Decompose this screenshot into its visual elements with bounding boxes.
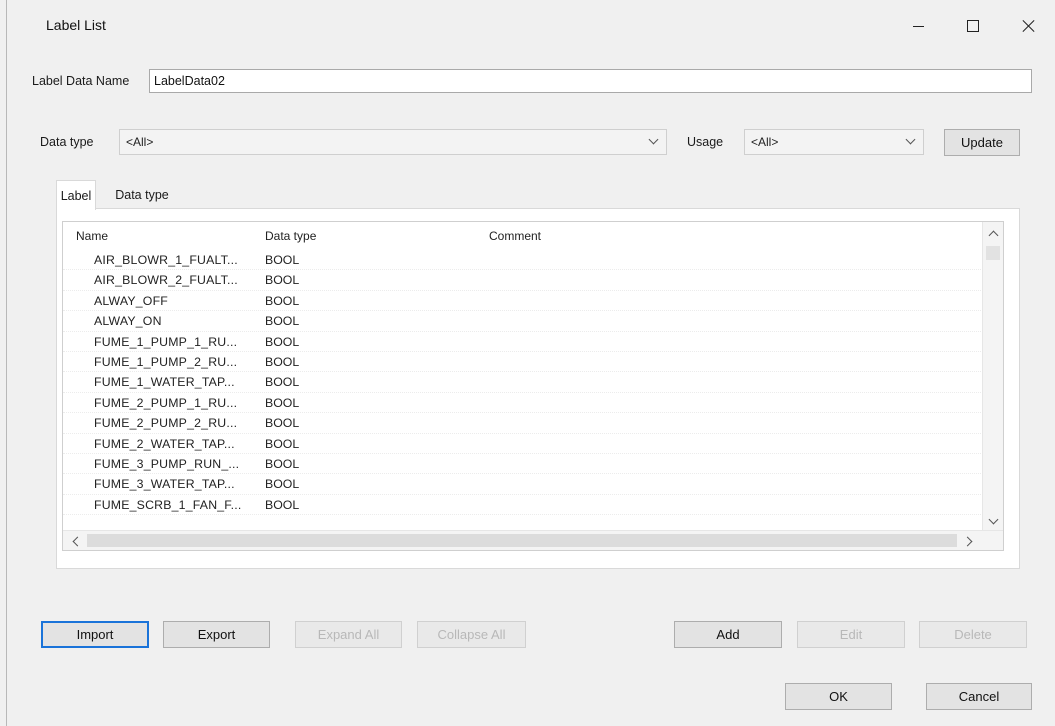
- row-data-type: BOOL: [265, 334, 300, 349]
- row-data-type: BOOL: [265, 253, 300, 267]
- label-list-dialog: Label List Label Data Name Data type <Al…: [0, 0, 1055, 726]
- row-name: FUME_2_WATER_TAP...: [94, 436, 235, 451]
- scroll-left-icon[interactable]: [70, 535, 82, 547]
- scroll-thumb[interactable]: [986, 246, 1000, 260]
- row-data-type: BOOL: [265, 416, 300, 431]
- row-data-type: BOOL: [265, 293, 300, 308]
- maximize-icon: [967, 20, 979, 32]
- row-name: FUME_2_PUMP_2_RU...: [94, 416, 238, 431]
- tab-data-type[interactable]: Data type: [104, 181, 180, 209]
- usage-select[interactable]: <All>: [744, 129, 924, 155]
- chevron-down-icon: [648, 134, 660, 146]
- table-row[interactable]: FUME_1_WATER_TAP... BOOL: [63, 372, 983, 393]
- row-name: FUME_1_PUMP_2_RU...: [94, 354, 238, 369]
- scroll-up-icon[interactable]: [987, 227, 999, 239]
- close-button[interactable]: [1006, 8, 1052, 44]
- row-name: FUME_1_PUMP_1_RU...: [94, 334, 238, 349]
- scroll-down-icon[interactable]: [987, 515, 999, 527]
- scroll-thumb[interactable]: [87, 534, 957, 547]
- table-row[interactable]: FUME_3_WATER_TAP... BOOL: [63, 474, 983, 495]
- row-data-type: BOOL: [265, 273, 300, 288]
- table-row[interactable]: FUME_1_PUMP_1_RU... BOOL: [63, 332, 983, 352]
- title-bar: Label List: [0, 0, 1055, 50]
- table-row[interactable]: AIR_BLOWR_2_FUALT... BOOL: [63, 270, 983, 291]
- table-row[interactable]: AIR_BLOWR_1_FUALT... BOOL: [63, 250, 983, 271]
- close-icon: [1022, 19, 1036, 33]
- usage-selected-value: <All>: [751, 135, 779, 149]
- row-data-type: BOOL: [265, 436, 300, 451]
- label-data-name-input[interactable]: [149, 69, 1032, 93]
- row-name: AIR_BLOWR_1_FUALT...: [94, 253, 238, 267]
- data-type-label: Data type: [40, 135, 94, 149]
- cancel-button[interactable]: Cancel: [926, 683, 1032, 710]
- data-type-selected-value: <All>: [126, 135, 154, 149]
- table-row[interactable]: ALWAY_ON BOOL: [63, 311, 983, 332]
- minimize-icon: [912, 25, 924, 27]
- tab-label[interactable]: Label: [56, 180, 96, 210]
- table-row[interactable]: FUME_2_PUMP_1_RU... BOOL: [63, 393, 983, 414]
- table-row[interactable]: ALWAY_OFF BOOL: [63, 291, 983, 312]
- add-button[interactable]: Add: [674, 621, 782, 648]
- table-row[interactable]: FUME_1_PUMP_2_RU... BOOL: [63, 352, 983, 373]
- row-data-type: BOOL: [265, 477, 300, 492]
- table-row[interactable]: FUME_3_PUMP_RUN_... BOOL: [63, 454, 983, 475]
- row-data-type: BOOL: [265, 354, 300, 369]
- column-header-data-type[interactable]: Data type: [265, 229, 316, 243]
- row-name: FUME_1_WATER_TAP...: [94, 375, 235, 390]
- row-name: FUME_3_PUMP_RUN_...: [94, 456, 240, 471]
- column-header-comment[interactable]: Comment: [489, 229, 541, 243]
- update-button[interactable]: Update: [944, 129, 1020, 156]
- edit-button[interactable]: Edit: [797, 621, 905, 648]
- row-data-type: BOOL: [265, 497, 300, 512]
- import-button[interactable]: Import: [41, 621, 149, 648]
- chevron-down-icon: [905, 134, 917, 146]
- expand-all-button[interactable]: Expand All: [295, 621, 402, 648]
- row-name: FUME_3_WATER_TAP...: [94, 477, 235, 492]
- table-body: AIR_BLOWR_1_FUALT... BOOL AIR_BLOWR_2_FUAL…: [63, 250, 983, 516]
- vertical-scrollbar[interactable]: [982, 222, 1003, 532]
- row-name: ALWAY_OFF: [94, 293, 168, 308]
- row-name: FUME_SCRB_1_FAN_F...: [94, 497, 242, 512]
- row-name: ALWAY_ON: [94, 314, 162, 329]
- horizontal-scrollbar[interactable]: [63, 530, 1003, 550]
- window-border: [6, 0, 7, 726]
- data-type-select[interactable]: <All>: [119, 129, 667, 155]
- delete-button[interactable]: Delete: [919, 621, 1027, 648]
- collapse-all-button[interactable]: Collapse All: [417, 621, 526, 648]
- label-table: Name Data type Comment AIR_BLOWR_1_FUALT…: [62, 221, 1004, 551]
- row-data-type: BOOL: [265, 395, 300, 410]
- maximize-button[interactable]: [950, 8, 996, 44]
- column-header-name[interactable]: Name: [76, 229, 108, 243]
- usage-label: Usage: [687, 135, 724, 149]
- minimize-button[interactable]: [895, 8, 941, 44]
- row-name: AIR_BLOWR_2_FUALT...: [94, 273, 238, 288]
- table-header: Name Data type Comment: [63, 222, 983, 246]
- window-title: Label List: [46, 17, 106, 33]
- row-name: FUME_2_PUMP_1_RU...: [94, 395, 238, 410]
- row-data-type: BOOL: [265, 456, 300, 471]
- table-row[interactable]: FUME_2_PUMP_2_RU... BOOL: [63, 413, 983, 434]
- row-data-type: BOOL: [265, 375, 300, 390]
- ok-button[interactable]: OK: [785, 683, 892, 710]
- table-row[interactable]: FUME_2_WATER_TAP... BOOL: [63, 434, 983, 454]
- row-data-type: BOOL: [265, 314, 300, 329]
- export-button[interactable]: Export: [163, 621, 270, 648]
- label-data-name-label: Label Data Name: [32, 74, 130, 88]
- scroll-right-icon[interactable]: [963, 535, 975, 547]
- table-row[interactable]: FUME_SCRB_1_FAN_F... BOOL: [63, 495, 983, 516]
